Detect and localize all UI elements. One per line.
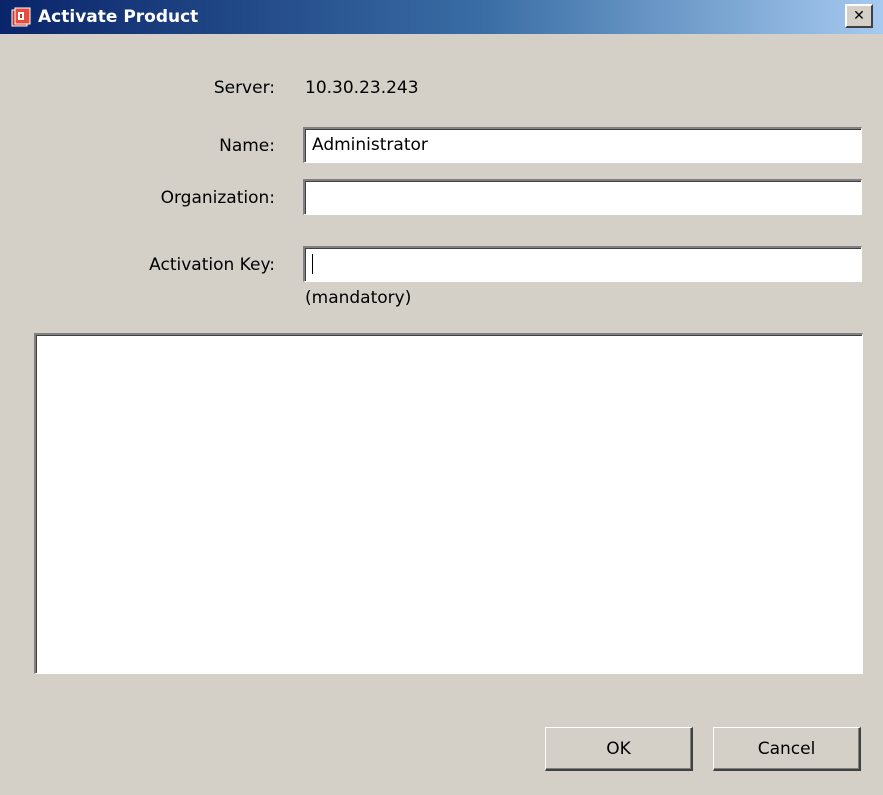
name-field-value: Administrator: [312, 135, 428, 155]
activation-key-label: Activation Key:: [149, 255, 275, 275]
activation-key-field[interactable]: [303, 246, 862, 282]
message-area[interactable]: [34, 333, 863, 674]
window-title: Activate Product: [38, 7, 199, 27]
organization-label: Organization:: [160, 188, 275, 208]
ok-button[interactable]: OK: [545, 727, 693, 771]
close-icon: ✕: [853, 8, 865, 24]
text-caret: [312, 254, 313, 274]
name-label: Name:: [219, 136, 275, 156]
ok-button-label: OK: [606, 738, 631, 759]
activation-key-hint: (mandatory): [305, 288, 412, 308]
cancel-button[interactable]: Cancel: [713, 727, 861, 771]
product-box-icon: [10, 6, 32, 28]
name-field[interactable]: Administrator: [303, 127, 862, 163]
close-button[interactable]: ✕: [845, 4, 873, 28]
cancel-button-label: Cancel: [757, 738, 816, 759]
organization-field[interactable]: [303, 179, 862, 215]
server-value: 10.30.23.243: [305, 78, 419, 98]
server-label: Server:: [213, 78, 275, 98]
title-bar: Activate Product ✕: [0, 0, 883, 34]
